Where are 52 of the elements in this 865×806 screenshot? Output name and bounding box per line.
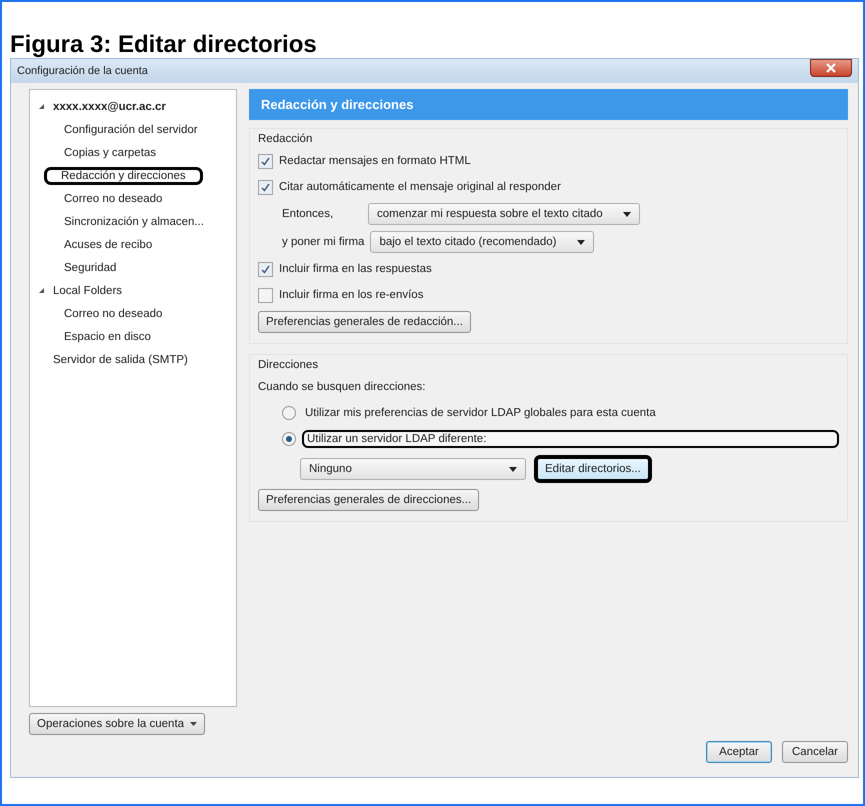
check-icon — [261, 156, 270, 166]
radio-label: Utilizar mis preferencias de servidor LDAP globales para esta cuenta — [304, 406, 657, 420]
dialog-button[interactable]: Cancelar — [782, 741, 848, 763]
checkbox-label: Incluir firma en las respuestas — [279, 263, 432, 275]
field-label: Entonces, — [282, 208, 334, 220]
checkbox[interactable] — [258, 262, 273, 276]
checkbox[interactable] — [258, 154, 273, 168]
tree-item[interactable]: Acuses de recibo — [60, 238, 156, 252]
tree-item[interactable]: Copias y carpetas — [60, 146, 160, 160]
group-title: Redacción — [258, 133, 314, 145]
tree-item[interactable]: Espacio en disco — [60, 330, 155, 344]
tree-item[interactable]: Correo no deseado — [60, 306, 166, 320]
checkbox-label: Citar automáticamente el mensaje original al responder — [279, 181, 561, 193]
window-title: Configuración de la cuenta — [17, 65, 148, 77]
tree-item[interactable]: Correo no deseado — [60, 192, 166, 206]
dropdown[interactable]: comenzar mi respuesta sobre el texto citado — [368, 203, 640, 225]
group-title: Direcciones — [258, 359, 320, 371]
tree-item[interactable]: Servidor de salida (SMTP) — [49, 352, 192, 366]
radio-button[interactable] — [282, 406, 296, 420]
prompt-text: Cuando se busquen direcciones: — [258, 381, 426, 393]
close-button[interactable] — [810, 59, 852, 77]
dropdown[interactable]: Ninguno — [300, 458, 526, 480]
preferences-button[interactable]: Preferencias generales de direcciones... — [258, 489, 480, 511]
tree-item[interactable]: Redacción y direcciones — [44, 166, 203, 184]
caret-icon — [190, 722, 198, 726]
tree-item[interactable]: Seguridad — [60, 260, 120, 274]
panel-header: Redacción y direcciones — [249, 89, 848, 120]
tree-item[interactable]: Local Folders — [49, 284, 126, 298]
caret-icon — [576, 240, 585, 244]
dropdown[interactable]: bajo el texto citado (recomendado) — [370, 231, 594, 253]
tree-item[interactable]: Sincronización y almacen... — [60, 214, 208, 228]
figure-title: Figura 3: Editar directorios — [10, 32, 318, 58]
preferences-button[interactable]: Preferencias generales de redacción... — [258, 311, 471, 333]
expander-icon[interactable] — [38, 103, 45, 110]
check-icon — [261, 264, 270, 274]
radio-label: Utilizar un servidor LDAP diferente: — [302, 430, 839, 448]
radio-button[interactable] — [282, 432, 296, 446]
close-icon — [825, 63, 837, 73]
checkbox[interactable] — [258, 180, 273, 194]
check-icon — [261, 182, 270, 192]
expander-icon[interactable] — [38, 287, 45, 294]
account-actions-button[interactable]: Operaciones sobre la cuenta — [29, 713, 206, 735]
checkbox[interactable] — [258, 288, 273, 302]
tree-item[interactable]: Configuración del servidor — [60, 122, 202, 136]
checkbox-label: Incluir firma en los re-envíos — [279, 289, 424, 301]
checkbox-label: Redactar mensajes en formato HTML — [279, 155, 471, 167]
field-label: y poner mi firma — [282, 236, 364, 248]
caret-icon — [622, 212, 631, 216]
edit-directories-button[interactable]: Editar directorios... — [534, 455, 652, 483]
dialog-button[interactable]: Aceptar — [706, 741, 772, 763]
caret-icon — [509, 466, 517, 472]
tree-item[interactable]: xxxx.xxxx@ucr.ac.cr — [49, 100, 170, 114]
